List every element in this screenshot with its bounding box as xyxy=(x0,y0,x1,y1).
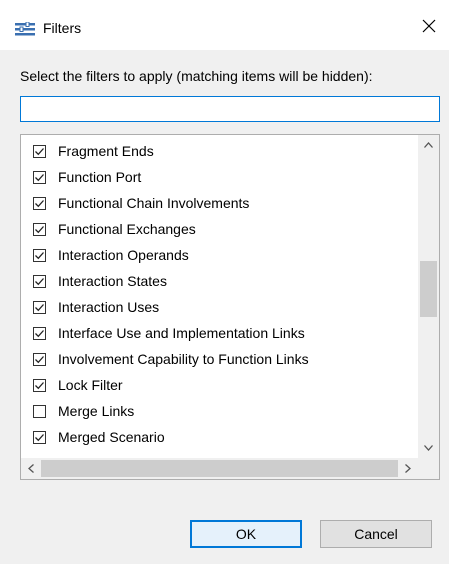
scroll-left-arrow-icon[interactable] xyxy=(21,458,41,479)
horizontal-scrollbar[interactable] xyxy=(21,458,418,479)
list-item-label: Interaction Uses xyxy=(58,299,160,315)
checkbox-checked-icon[interactable] xyxy=(33,196,46,210)
list-item[interactable]: Interaction Operands xyxy=(21,242,418,268)
filter-prompt: Select the filters to apply (matching it… xyxy=(20,68,373,84)
ok-button[interactable]: OK xyxy=(190,520,302,548)
dialog-title: Filters xyxy=(43,20,82,36)
list-item[interactable]: Involvement Capability to Function Links xyxy=(21,346,418,372)
checkbox-unchecked-icon[interactable] xyxy=(33,404,46,418)
list-item[interactable]: Merge Links xyxy=(21,398,418,424)
list-item-label: Merged Scenario xyxy=(58,429,165,445)
filter-search-input[interactable] xyxy=(20,96,440,122)
checkbox-checked-icon[interactable] xyxy=(33,170,46,184)
list-item-label: Interaction Operands xyxy=(58,247,189,263)
horizontal-scroll-thumb[interactable] xyxy=(41,460,398,477)
list-item[interactable]: Function Port xyxy=(21,164,418,190)
checkbox-checked-icon[interactable] xyxy=(33,326,46,340)
checkbox-checked-icon[interactable] xyxy=(33,352,46,366)
list-item-label: Functional Exchanges xyxy=(58,221,196,237)
list-item[interactable]: Interaction States xyxy=(21,268,418,294)
scroll-right-arrow-icon[interactable] xyxy=(398,458,418,479)
close-button[interactable] xyxy=(415,14,443,42)
list-item-label: Interface Use and Implementation Links xyxy=(58,325,305,341)
checkbox-checked-icon[interactable] xyxy=(33,274,46,288)
list-item[interactable]: Functional Chain Involvements xyxy=(21,190,418,216)
scroll-down-arrow-icon[interactable] xyxy=(418,438,439,458)
list-item-label: Interaction States xyxy=(58,273,167,289)
list-item-label: Functional Chain Involvements xyxy=(58,195,250,211)
filters-icon xyxy=(15,21,35,36)
title-bar: Filters xyxy=(0,0,449,50)
cancel-button[interactable]: Cancel xyxy=(320,520,432,548)
list-item[interactable]: Lock Filter xyxy=(21,372,418,398)
list-item-label: Merge Links xyxy=(58,403,135,419)
list-item-label: Lock Filter xyxy=(58,377,123,393)
list-item-label: Fragment Ends xyxy=(58,143,154,159)
scroll-up-arrow-icon[interactable] xyxy=(418,135,439,155)
checkbox-checked-icon[interactable] xyxy=(33,300,46,314)
close-icon xyxy=(422,19,436,38)
checkbox-checked-icon[interactable] xyxy=(33,222,46,236)
filter-list-items: Fragment Ends Function Port Functional Cha… xyxy=(21,138,418,450)
checkbox-checked-icon[interactable] xyxy=(33,378,46,392)
vertical-scroll-thumb[interactable] xyxy=(420,261,437,317)
filter-list: Fragment Ends Function Port Functional Cha… xyxy=(20,134,440,480)
list-item[interactable]: Fragment Ends xyxy=(21,138,418,164)
checkbox-checked-icon[interactable] xyxy=(33,144,46,158)
filters-dialog: Filters Select the filters to apply (mat… xyxy=(0,0,449,564)
list-item-label: Involvement Capability to Function Links xyxy=(58,351,309,367)
list-item[interactable]: Merged Scenario xyxy=(21,424,418,450)
checkbox-checked-icon[interactable] xyxy=(33,248,46,262)
list-item-label: Function Port xyxy=(58,169,142,185)
checkbox-checked-icon[interactable] xyxy=(33,430,46,444)
list-item[interactable]: Interface Use and Implementation Links xyxy=(21,320,418,346)
list-item[interactable]: Interaction Uses xyxy=(21,294,418,320)
vertical-scrollbar[interactable] xyxy=(418,135,439,458)
list-item[interactable]: Functional Exchanges xyxy=(21,216,418,242)
scrollbar-corner xyxy=(418,458,439,479)
